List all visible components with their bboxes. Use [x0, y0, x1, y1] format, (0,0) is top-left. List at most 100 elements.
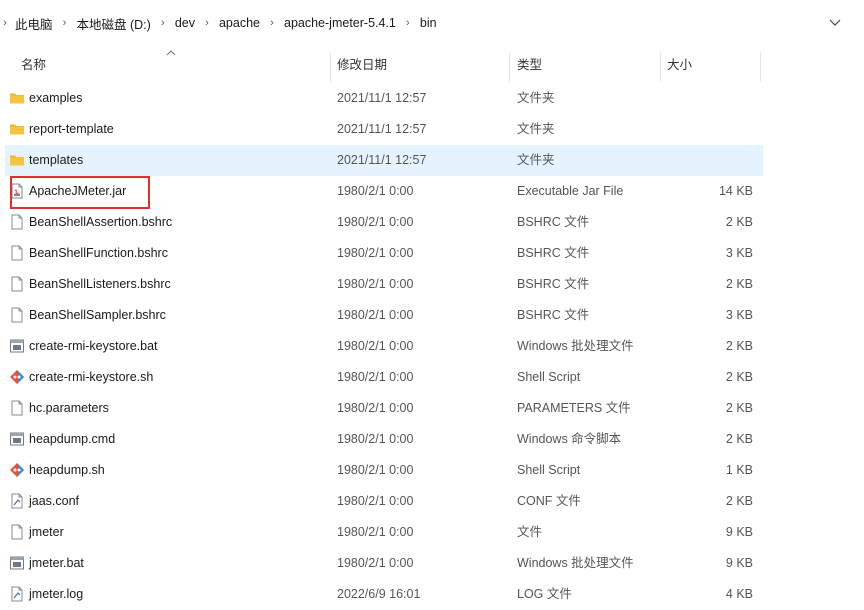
file-type: CONF 文件	[517, 494, 581, 508]
column-divider[interactable]	[760, 52, 761, 82]
chevron-right-icon[interactable]: ›	[200, 17, 214, 29]
file-name: jmeter.bat	[29, 556, 84, 570]
file-type: BSHRC 文件	[517, 277, 590, 291]
column-divider[interactable]	[330, 52, 331, 82]
breadcrumb-item-this-pc[interactable]: 此电脑	[10, 14, 58, 33]
file-date: 1980/2/1 0:00	[337, 556, 414, 570]
file-type: BSHRC 文件	[517, 308, 590, 322]
column-divider[interactable]	[509, 52, 510, 82]
chevron-right-icon[interactable]: ›	[156, 17, 170, 29]
breadcrumb-item-bin[interactable]: bin	[415, 16, 442, 30]
file-date: 1980/2/1 0:00	[337, 370, 414, 384]
batch-file-icon	[9, 338, 25, 354]
file-date: 1980/2/1 0:00	[337, 494, 414, 508]
file-name: BeanShellAssertion.bshrc	[29, 215, 173, 229]
file-date: 1980/2/1 0:00	[337, 308, 414, 322]
file-row[interactable]: create-rmi-keystore.sh 1980/2/1 0:00 Shell…	[5, 362, 763, 393]
folder-icon	[9, 152, 25, 168]
file-name: jmeter.log	[29, 587, 84, 601]
file-row[interactable]: jaas.conf 1980/2/1 0:00 CONF 文件 2 KB	[5, 486, 763, 517]
file-type: 文件夹	[517, 91, 555, 105]
file-name: create-rmi-keystore.bat	[29, 339, 158, 353]
chevron-down-icon[interactable]	[826, 14, 844, 32]
file-size: 2 KB	[725, 401, 753, 415]
file-row[interactable]: BeanShellAssertion.bshrc 1980/2/1 0:00 BSH…	[5, 207, 763, 238]
batch-file-icon	[9, 431, 25, 447]
file-type: BSHRC 文件	[517, 215, 590, 229]
file-date: 2021/11/1 12:57	[337, 153, 427, 167]
file-type: Shell Script	[517, 370, 581, 384]
file-row[interactable]: hc.parameters 1980/2/1 0:00 PARAMETERS 文件 2…	[5, 393, 763, 424]
file-date: 2022/6/9 16:01	[337, 587, 421, 601]
file-icon	[9, 524, 25, 540]
chevron-right-icon[interactable]: ›	[401, 17, 415, 29]
chevron-right-icon[interactable]: ›	[58, 17, 72, 29]
log-file-icon	[9, 586, 25, 602]
file-row[interactable]: BeanShellFunction.bshrc 1980/2/1 0:00 BSHR…	[5, 238, 763, 269]
file-type: PARAMETERS 文件	[517, 401, 631, 415]
file-date: 1980/2/1 0:00	[337, 184, 414, 198]
file-date: 2021/11/1 12:57	[337, 91, 427, 105]
chevron-right-icon[interactable]: ›	[265, 17, 279, 29]
file-type: Shell Script	[517, 463, 581, 477]
column-header-name[interactable]: 名称	[21, 46, 46, 82]
file-size	[665, 83, 753, 114]
file-icon	[9, 276, 25, 292]
file-size: 2 KB	[725, 215, 753, 229]
file-name: heapdump.cmd	[29, 432, 116, 446]
file-row[interactable]: examples 2021/11/1 12:57 文件夹	[5, 83, 763, 114]
file-row[interactable]: BeanShellListeners.bshrc 1980/2/1 0:00 BSH…	[5, 269, 763, 300]
file-type: LOG 文件	[517, 587, 572, 601]
file-name: heapdump.sh	[29, 463, 105, 477]
file-row[interactable]: create-rmi-keystore.bat 1980/2/1 0:00 Wind…	[5, 331, 763, 362]
file-row[interactable]: templates 2021/11/1 12:57 文件夹	[5, 145, 763, 176]
chevron-right-icon[interactable]: ›	[0, 17, 10, 29]
file-size: 9 KB	[725, 556, 753, 570]
file-date: 1980/2/1 0:00	[337, 525, 414, 539]
breadcrumb-item-apache[interactable]: apache	[214, 16, 265, 30]
file-date: 1980/2/1 0:00	[337, 246, 414, 260]
file-row[interactable]: jmeter 1980/2/1 0:00 文件 9 KB	[5, 517, 763, 548]
address-bar[interactable]: › 此电脑 › 本地磁盘 (D:) › dev › apache › apach…	[0, 0, 864, 44]
file-type: Windows 批处理文件	[517, 339, 634, 353]
column-divider[interactable]	[660, 52, 661, 82]
file-name: hc.parameters	[29, 401, 109, 415]
file-name: create-rmi-keystore.sh	[29, 370, 154, 384]
breadcrumb-item-drive[interactable]: 本地磁盘 (D:)	[72, 14, 156, 33]
file-row[interactable]: jmeter.bat 1980/2/1 0:00 Windows 批处理文件 9 KB	[5, 548, 763, 579]
file-size: 2 KB	[725, 277, 753, 291]
file-size	[665, 114, 753, 145]
file-row[interactable]: heapdump.sh 1980/2/1 0:00 Shell Script 1 KB	[5, 455, 763, 486]
file-date: 1980/2/1 0:00	[337, 277, 414, 291]
folder-icon	[9, 90, 25, 106]
column-header-row: 名称 修改日期 类型 大小	[0, 46, 864, 82]
column-header-date[interactable]: 修改日期	[337, 46, 387, 82]
file-type: 文件夹	[517, 153, 555, 167]
breadcrumb-item-dev[interactable]: dev	[170, 16, 200, 30]
file-name: BeanShellSampler.bshrc	[29, 308, 166, 322]
file-name: examples	[29, 91, 83, 105]
config-file-icon	[9, 493, 25, 509]
breadcrumb: › 此电脑 › 本地磁盘 (D:) › dev › apache › apach…	[0, 13, 442, 33]
file-row[interactable]: BeanShellSampler.bshrc 1980/2/1 0:00 BSHRC…	[5, 300, 763, 331]
file-row[interactable]: jmeter.log 2022/6/9 16:01 LOG 文件 4 KB	[5, 579, 763, 610]
file-size: 1 KB	[725, 463, 753, 477]
file-row[interactable]: heapdump.cmd 1980/2/1 0:00 Windows 命令脚本 2 K…	[5, 424, 763, 455]
sort-ascending-icon	[166, 48, 176, 59]
file-name: report-template	[29, 122, 114, 136]
file-size	[665, 145, 753, 176]
column-header-type[interactable]: 类型	[517, 46, 542, 82]
column-header-size[interactable]: 大小	[667, 46, 692, 82]
file-name: ApacheJMeter.jar	[29, 184, 127, 198]
file-row[interactable]: report-template 2021/11/1 12:57 文件夹	[5, 114, 763, 145]
breadcrumb-item-jmeter[interactable]: apache-jmeter-5.4.1	[279, 16, 401, 30]
folder-icon	[9, 121, 25, 137]
file-row[interactable]: ApacheJMeter.jar 1980/2/1 0:00 Executable …	[5, 176, 763, 207]
file-name: templates	[29, 153, 84, 167]
file-icon	[9, 307, 25, 323]
file-size: 14 KB	[718, 184, 753, 198]
file-type: 文件夹	[517, 122, 555, 136]
file-date: 1980/2/1 0:00	[337, 463, 414, 477]
file-list: examples 2021/11/1 12:57 文件夹 report-templat…	[0, 83, 864, 610]
file-name: jaas.conf	[29, 494, 80, 508]
